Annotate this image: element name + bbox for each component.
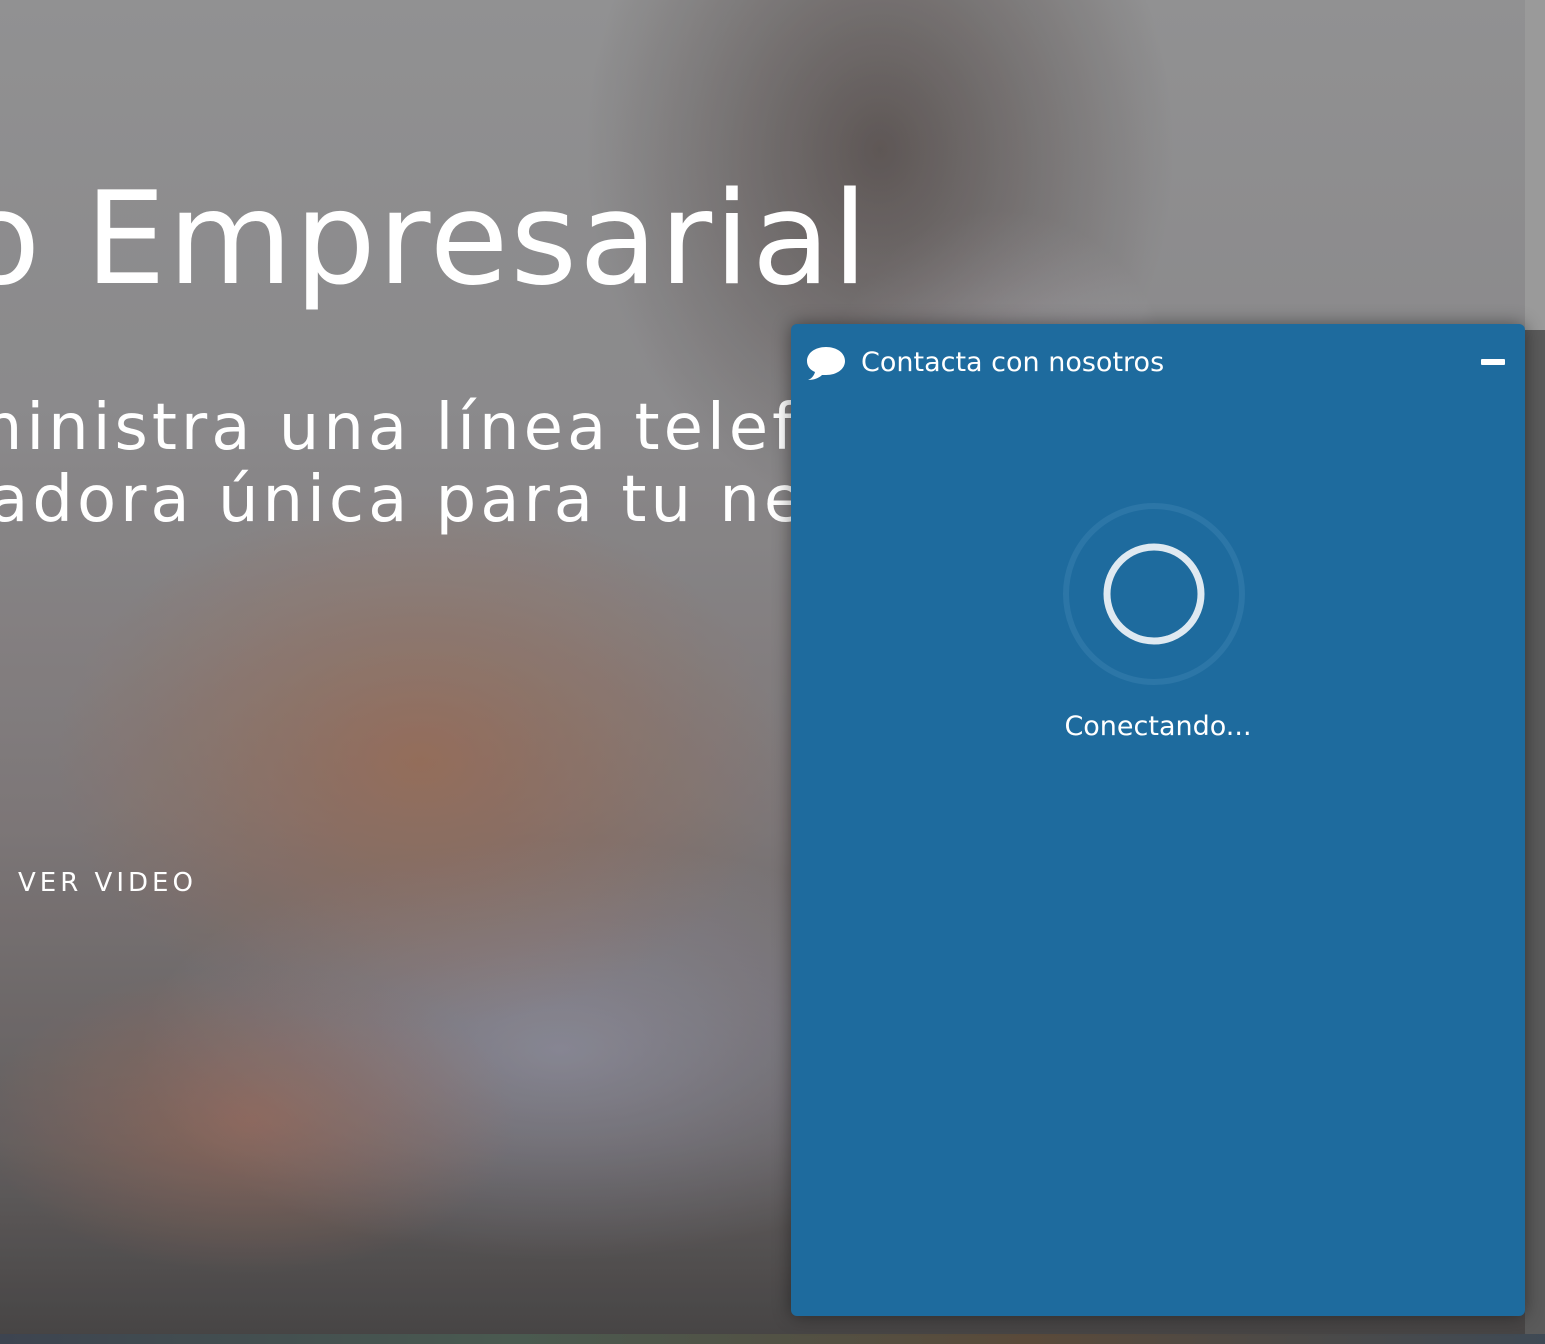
minimize-icon [1481,359,1505,365]
watch-video-link[interactable]: VER VIDEO [18,868,197,898]
chat-header[interactable]: Contacta con nosotros [791,324,1525,402]
minimize-button[interactable] [1471,344,1515,380]
bottom-edge [0,1334,1545,1344]
connection-status: Conectando... [1064,711,1252,742]
hero-title: o Empresarial [0,165,870,314]
chat-title: Contacta con nosotros [861,347,1165,378]
page-scrollbar[interactable] [1525,0,1545,1344]
chat-widget: Contacta con nosotros Conectando... [791,324,1525,1316]
scrollbar-thumb[interactable] [1525,0,1545,330]
hero-subtitle: ministra una línea telefó tadora única p… [0,392,842,536]
loading-spinner-icon [1062,502,1246,686]
page: o Empresarial ministra una línea telefó … [0,0,1545,1344]
speech-bubble-icon [805,344,847,382]
hero-subtitle-line-2: tadora única para tu ne [0,463,808,537]
hero-subtitle-line-1: ministra una línea telefó [0,391,842,465]
